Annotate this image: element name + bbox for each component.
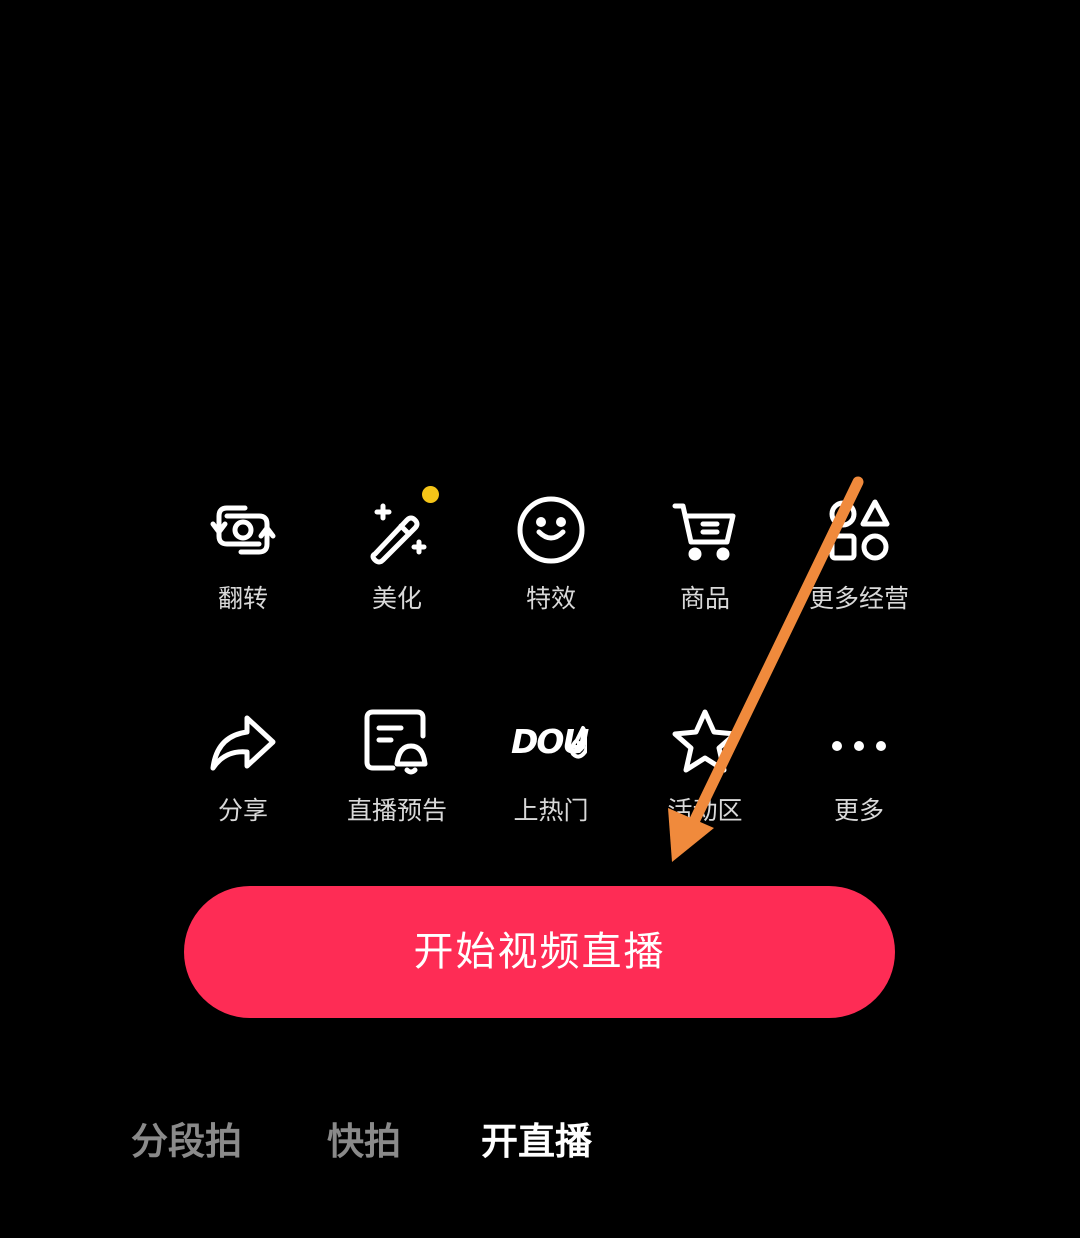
dou-plus-icon: DOU: [511, 706, 589, 778]
live-notice-bell-icon: [361, 706, 433, 778]
smiley-face-icon: [515, 494, 587, 566]
mode-tab-go-live[interactable]: 开直播: [481, 1112, 592, 1172]
tool-row-2: 分享 直播预告 DOU 上热门 活动区 更多: [0, 702, 1080, 842]
flip-camera-icon: [207, 494, 279, 566]
tool-label: 翻转: [217, 584, 268, 613]
tool-more-business[interactable]: 更多经营: [782, 490, 936, 630]
tool-label: 特效: [525, 584, 576, 613]
share-arrow-icon: [207, 706, 279, 778]
tool-share[interactable]: 分享: [166, 702, 320, 842]
mode-tab-segmented[interactable]: 分段拍: [131, 1112, 242, 1172]
mode-tab-quick-shot[interactable]: 快拍: [327, 1112, 401, 1172]
new-badge-dot: [422, 486, 439, 503]
more-dots-icon: [823, 706, 895, 778]
tool-label: 更多经营: [808, 584, 909, 613]
capture-mode-tabs: 分段拍 快拍 开直播: [0, 1112, 1080, 1172]
tool-label: 直播预告: [346, 796, 447, 825]
tool-label: 分享: [217, 796, 268, 825]
tool-label: 美化: [371, 584, 422, 613]
tool-label: 更多: [833, 796, 884, 825]
tool-live-notice[interactable]: 直播预告: [320, 702, 474, 842]
star-icon: [669, 706, 741, 778]
tool-activity-zone[interactable]: 活动区: [628, 702, 782, 842]
tool-more[interactable]: 更多: [782, 702, 936, 842]
shopping-cart-icon: [669, 494, 741, 566]
tool-row-1: 翻转 美化 特效 商品 更多经营: [0, 486, 1080, 630]
magic-wand-icon: [361, 494, 433, 566]
tool-products[interactable]: 商品: [628, 490, 782, 630]
tool-dou-plus[interactable]: DOU 上热门: [474, 702, 628, 842]
live-setup-screen: 翻转 美化 特效 商品 更多经营 分享 直播预告 DOU 上热门 活动区 更多 …: [0, 0, 1080, 1238]
tool-label: 商品: [679, 584, 730, 613]
tool-label: 上热门: [513, 796, 589, 825]
tool-flip[interactable]: 翻转: [166, 490, 320, 630]
tool-label: 活动区: [667, 796, 743, 825]
start-video-live-button[interactable]: 开始视频直播: [184, 886, 895, 1018]
tool-beautify[interactable]: 美化: [320, 486, 474, 630]
shapes-grid-icon: [823, 494, 895, 566]
tool-effects[interactable]: 特效: [474, 490, 628, 630]
